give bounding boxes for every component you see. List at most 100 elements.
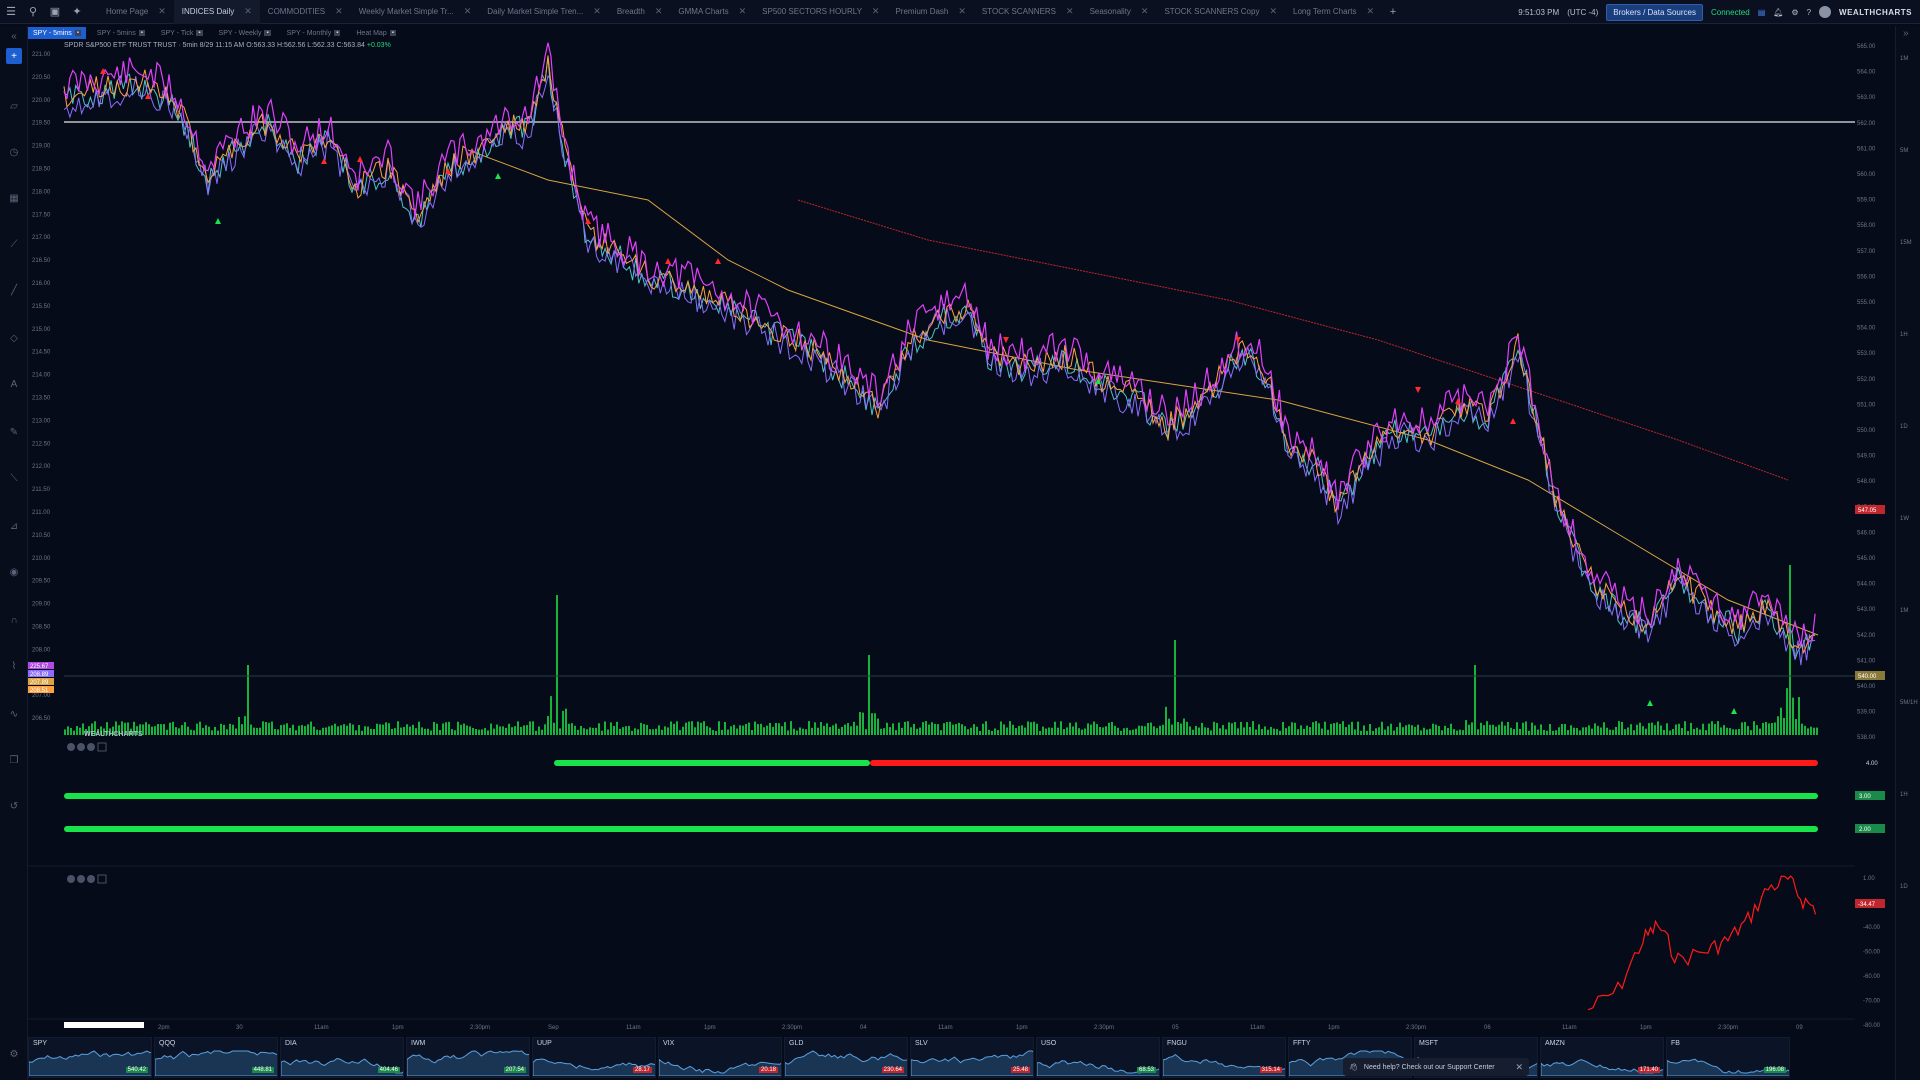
close-tab-icon[interactable]: ✕ — [872, 6, 880, 17]
timeframe-label[interactable]: 1M — [1900, 56, 1908, 62]
close-tab-icon[interactable]: ✕ — [1066, 6, 1074, 17]
page-tab[interactable]: Daily Market Simple Tren... ✕ — [479, 0, 609, 24]
volume-bar — [1324, 721, 1326, 735]
watchlist-item[interactable]: SPY 540.42 — [28, 1037, 152, 1078]
timeframe-label[interactable]: 1W — [1900, 516, 1909, 522]
clock-icon[interactable]: ◷ — [6, 144, 22, 160]
page-tab[interactable]: GMMA Charts ✕ — [670, 0, 754, 24]
timeframe-label[interactable]: 15M — [1900, 240, 1912, 246]
search-icon[interactable]: ⚲ — [22, 0, 44, 24]
chart-tab-badge-icon[interactable]: ▪ — [264, 30, 271, 36]
bell-icon[interactable]: 🔔︎ — [1773, 8, 1783, 17]
timeframe-label[interactable]: 1H — [1900, 332, 1908, 338]
chart-tab-badge-icon[interactable]: ▪ — [138, 30, 145, 36]
page-tab[interactable]: STOCK SCANNERS ✕ — [974, 0, 1082, 24]
timeframe-label[interactable]: 5M — [1900, 148, 1908, 154]
chart-tab[interactable]: SPY - Monthly ▪ — [282, 27, 346, 39]
chart-tab[interactable]: SPY - 5mins ▪ — [92, 27, 150, 39]
watchlist-item[interactable]: DIA 404.46 — [280, 1037, 404, 1078]
chart-tab[interactable]: SPY - Weekly ▪ — [214, 27, 276, 39]
close-tab-icon[interactable]: ✕ — [958, 6, 966, 17]
gear-icon[interactable]: ⚙ — [1791, 8, 1798, 17]
eye-icon[interactable]: ◉ — [6, 564, 22, 580]
settings-icon[interactable]: ⚙ — [6, 1046, 22, 1062]
chart-tab-badge-icon[interactable]: ▪ — [334, 30, 341, 36]
indicator-panes[interactable]: 4.00 3.00 2.00 1.00-30.00-40.00-50.00-60… — [28, 740, 1898, 1030]
support-text[interactable]: Need help? Check out our Support Center — [1364, 1064, 1495, 1071]
chart-tab-badge-icon[interactable]: ▪ — [196, 30, 203, 36]
support-toast[interactable]: 👋︎ Need help? Check out our Support Cent… — [1343, 1058, 1529, 1076]
add-chart-button[interactable]: + — [6, 48, 22, 64]
chart-tab-badge-icon[interactable]: ▪ — [389, 30, 396, 36]
page-tab[interactable]: STOCK SCANNERS Copy ✕ — [1156, 0, 1285, 24]
timeframe-label[interactable]: 1H — [1900, 792, 1908, 798]
page-tab[interactable]: Seasonality ✕ — [1082, 0, 1157, 24]
chart-type-icon[interactable]: ⌇ — [6, 658, 22, 674]
timeframe-label[interactable]: 1D — [1900, 424, 1908, 430]
measure-icon[interactable]: ⊿ — [6, 518, 22, 534]
watchlist-item[interactable]: AMZN 171.40 — [1540, 1037, 1664, 1078]
menu-icon[interactable]: ☰ — [0, 0, 22, 24]
close-tab-icon[interactable]: ✕ — [464, 6, 472, 17]
page-tab[interactable]: SP500 SECTORS HOURLY ✕ — [754, 0, 887, 24]
watchlist-item[interactable]: USO 68.53 — [1036, 1037, 1160, 1078]
expand-icon[interactable]: » — [1903, 28, 1909, 39]
page-tab[interactable]: Weekly Market Simple Tr... ✕ — [351, 0, 480, 24]
folder-icon[interactable]: ▱ — [6, 98, 22, 114]
time-scroll-handle[interactable] — [64, 1022, 144, 1028]
collapse-icon[interactable]: « — [6, 28, 22, 44]
watchlist-item[interactable]: IWM 207.54 — [406, 1037, 530, 1078]
timezone[interactable]: (UTC -4) — [1567, 8, 1598, 17]
watchlist-item[interactable]: GLD 230.64 — [784, 1037, 908, 1078]
ai-icon[interactable]: ✦ — [66, 0, 88, 24]
trend-icon[interactable]: ⟋ — [6, 236, 22, 252]
copy-icon[interactable]: ❐ — [6, 752, 22, 768]
chart-tab[interactable]: Heat Map ▪ — [351, 27, 401, 39]
close-tab-icon[interactable]: ✕ — [158, 6, 166, 17]
page-tab[interactable]: COMMODITIES ✕ — [260, 0, 351, 24]
close-tab-icon[interactable]: ✕ — [739, 6, 747, 17]
layout-icon[interactable]: ▣ — [44, 0, 66, 24]
watchlist-item[interactable]: FB 196.08 — [1666, 1037, 1790, 1078]
close-tab-icon[interactable]: ✕ — [335, 6, 343, 17]
close-tab-icon[interactable]: ✕ — [593, 6, 601, 17]
timeframe-label[interactable]: 1M — [1900, 608, 1908, 614]
volume-bar — [373, 729, 375, 735]
brokers-button[interactable]: Brokers / Data Sources — [1606, 3, 1703, 21]
page-tab[interactable]: Premium Dash ✕ — [887, 0, 973, 24]
watchlist-item[interactable]: VIX 20.18 — [658, 1037, 782, 1078]
page-tab[interactable]: Home Page ✕ — [98, 0, 174, 24]
chart-tab[interactable]: SPY - 5mins ▪ — [28, 27, 86, 39]
undo-icon[interactable]: ↺ — [6, 798, 22, 814]
timeframe-label[interactable]: 5M/1H — [1900, 700, 1918, 706]
shapes-icon[interactable]: ◇ — [6, 330, 22, 346]
text-tool-icon[interactable]: A — [6, 376, 22, 392]
page-tab[interactable]: INDICES Daily ✕ — [173, 0, 260, 24]
close-tab-icon[interactable]: ✕ — [1269, 6, 1277, 17]
chart-tab-badge-icon[interactable]: ▪ — [74, 30, 81, 36]
watchlist-item[interactable]: FNGU 315.14 — [1162, 1037, 1286, 1078]
watchlist-item[interactable]: QQQ 448.81 — [154, 1037, 278, 1078]
calendar-icon[interactable]: ▦ — [6, 190, 22, 206]
watchlist-item[interactable]: SLV 25.48 — [910, 1037, 1034, 1078]
avatar[interactable] — [1819, 6, 1832, 18]
page-tab[interactable]: Breadth ✕ — [609, 0, 671, 24]
close-tab-icon[interactable]: ✕ — [1141, 6, 1149, 17]
line-tool-icon[interactable]: ╱ — [6, 282, 22, 298]
close-tab-icon[interactable]: ✕ — [655, 6, 663, 17]
indicator-icon[interactable]: ∿ — [6, 706, 22, 722]
close-icon[interactable]: ✕ — [1515, 1062, 1523, 1073]
ruler-icon[interactable]: ⟍ — [6, 470, 22, 486]
chart-tab[interactable]: SPY - Tick ▪ — [156, 27, 208, 39]
magnet-icon[interactable]: ∩ — [6, 612, 22, 628]
add-tab-icon[interactable]: + — [1382, 0, 1404, 24]
brush-icon[interactable]: ✎ — [6, 424, 22, 440]
close-tab-icon[interactable]: ✕ — [244, 6, 252, 17]
watchlist-item[interactable]: UUP 28.17 — [532, 1037, 656, 1078]
help-icon[interactable]: ? — [1807, 8, 1811, 17]
page-tab[interactable]: Long Term Charts ✕ — [1285, 0, 1382, 24]
close-tab-icon[interactable]: ✕ — [1366, 6, 1374, 17]
timeframe-label[interactable]: 1D — [1900, 884, 1908, 890]
save-icon[interactable]: ▤ — [1758, 8, 1766, 17]
price-chart[interactable]: WEALTHCHARTS 221.00 220.50 220.00 219.50 219… — [28, 40, 1855, 740]
